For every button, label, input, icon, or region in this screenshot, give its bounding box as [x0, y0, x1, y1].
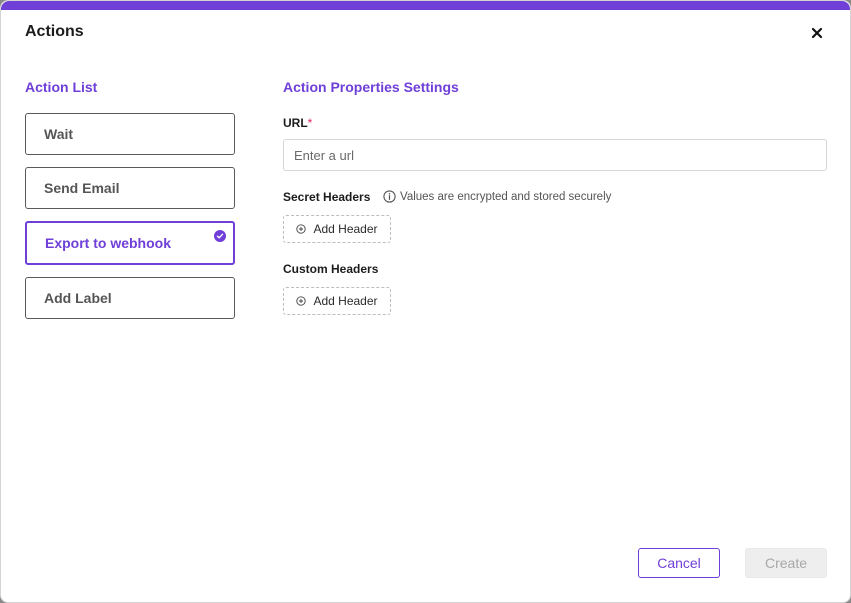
action-item-label: Export to webhook	[45, 235, 171, 251]
action-item-label: Add Label	[44, 290, 112, 306]
add-header-label: Add Header	[313, 294, 378, 308]
action-item-export-to-webhook[interactable]: Export to webhook	[25, 221, 235, 265]
url-label: URL*	[283, 116, 312, 130]
url-label-text: URL	[283, 116, 308, 130]
close-icon	[811, 27, 823, 39]
action-item-label: Wait	[44, 126, 74, 142]
dialog-accent-bar	[1, 1, 850, 10]
properties-title: Action Properties Settings	[283, 79, 459, 95]
actions-dialog: Actions Action List Wait Send Email Expo…	[0, 0, 851, 603]
add-header-label: Add Header	[313, 222, 378, 236]
check-circle-icon	[214, 230, 226, 242]
action-item-add-label[interactable]: Add Label	[25, 277, 235, 319]
action-item-send-email[interactable]: Send Email	[25, 167, 235, 209]
action-item-label: Send Email	[44, 180, 120, 196]
custom-headers-label: Custom Headers	[283, 262, 379, 276]
action-item-wait[interactable]: Wait	[25, 113, 235, 155]
cancel-button[interactable]: Cancel	[638, 548, 720, 578]
info-icon	[383, 190, 396, 203]
add-custom-header-button[interactable]: Add Header	[283, 287, 391, 315]
plus-circle-icon	[296, 224, 307, 234]
url-input[interactable]	[283, 139, 827, 171]
add-secret-header-button[interactable]: Add Header	[283, 215, 391, 243]
required-mark: *	[307, 116, 313, 130]
secret-headers-label: Secret Headers	[283, 190, 371, 204]
action-list-title: Action List	[25, 79, 98, 95]
secret-headers-hint: Values are encrypted and stored securely	[383, 190, 611, 203]
hint-text: Values are encrypted and stored securely	[400, 190, 612, 203]
plus-circle-icon	[296, 296, 307, 306]
close-button[interactable]	[807, 23, 827, 43]
dialog-title: Actions	[25, 23, 84, 40]
create-button[interactable]: Create	[745, 548, 827, 578]
